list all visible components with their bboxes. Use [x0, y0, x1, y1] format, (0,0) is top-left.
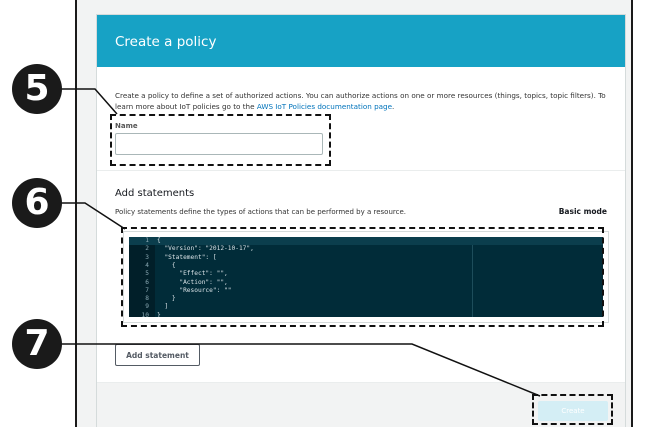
- section-divider: [97, 170, 625, 171]
- callout-box-editor: [121, 227, 604, 327]
- page-title: Create a policy: [115, 34, 217, 50]
- step-marker-6: 6: [12, 178, 62, 228]
- create-policy-panel: Create a policy Create a policy to defin…: [96, 14, 626, 427]
- callout-box-name: [110, 114, 331, 166]
- description-end: .: [392, 102, 395, 111]
- step-marker-5: 5: [12, 64, 62, 114]
- add-statements-heading: Add statements: [115, 188, 195, 199]
- basic-mode-link[interactable]: Basic mode: [559, 207, 607, 216]
- step-marker-7: 7: [12, 319, 62, 369]
- documentation-link[interactable]: AWS IoT Policies documentation page: [257, 102, 392, 111]
- policy-description: Create a policy to define a set of autho…: [115, 90, 610, 112]
- panel-header: Create a policy: [97, 15, 625, 67]
- add-statement-button[interactable]: Add statement: [115, 344, 200, 366]
- statements-description: Policy statements define the types of ac…: [115, 208, 406, 216]
- screenshot-stage: Create a policy Create a policy to defin…: [0, 0, 648, 427]
- callout-box-create: [532, 394, 613, 425]
